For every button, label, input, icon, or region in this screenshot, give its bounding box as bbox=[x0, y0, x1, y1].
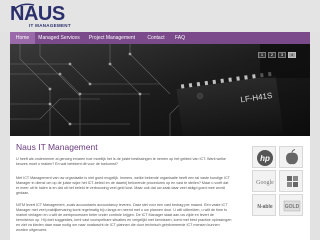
slider-dot-1[interactable]: 1 bbox=[258, 52, 266, 58]
slider-dot-3[interactable]: 3 bbox=[278, 52, 286, 58]
n-able-logo-icon: N-able bbox=[257, 204, 273, 210]
hero-slider[interactable]: LF-H41S 1 2 3 4 bbox=[10, 44, 310, 136]
partner-microsoft-gold[interactable]: GOLD bbox=[279, 194, 303, 216]
nav-item-home[interactable]: Home bbox=[10, 32, 35, 44]
partner-windows[interactable] bbox=[279, 170, 303, 192]
naus-logo[interactable]: NAUS IT MANAGEMENT bbox=[10, 3, 86, 30]
svg-text:Google: Google bbox=[256, 180, 274, 186]
nav-item-contact[interactable]: Contact bbox=[145, 32, 167, 44]
apple-logo-icon bbox=[286, 149, 298, 165]
intro-paragraph: U heeft als ondernemer al genoeg ervaren… bbox=[16, 157, 226, 166]
nav-item-managed-services[interactable]: Managed Services bbox=[36, 32, 82, 44]
nav-item-faq[interactable]: FAQ bbox=[172, 32, 188, 44]
logo-wordmark: NAUS bbox=[10, 3, 65, 25]
microsoft-windows-icon bbox=[287, 176, 298, 187]
hp-logo-icon: hp bbox=[257, 150, 273, 166]
partner-logos: hp Google N-able GOLD bbox=[252, 146, 304, 238]
site-header: NAUS IT MANAGEMENT bbox=[0, 0, 320, 32]
main-navigation: Home Managed Services Project Management… bbox=[10, 32, 310, 44]
page-title: Naus IT Management bbox=[16, 142, 98, 152]
microsoft-gold-partner-icon: GOLD bbox=[283, 200, 301, 212]
google-logo-icon: Google bbox=[256, 180, 274, 186]
body-paragraph-2: Met ICT Management van uw organisatie is… bbox=[16, 176, 230, 195]
partner-hp[interactable]: hp bbox=[252, 146, 276, 168]
svg-text:hp: hp bbox=[260, 154, 270, 163]
partner-apple[interactable] bbox=[279, 146, 303, 168]
partner-google[interactable]: Google bbox=[252, 170, 276, 192]
slider-dot-2[interactable]: 2 bbox=[268, 52, 276, 58]
slider-dot-4[interactable]: 4 bbox=[288, 52, 296, 58]
svg-text:GOLD: GOLD bbox=[285, 204, 300, 210]
svg-text:N-able: N-able bbox=[257, 204, 273, 210]
logo-tagline: IT MANAGEMENT bbox=[29, 23, 71, 28]
body-paragraph-3: NITM levert ICT Management, zoals accoun… bbox=[16, 203, 232, 232]
nav-item-project-management[interactable]: Project Management bbox=[85, 32, 139, 44]
partner-n-able[interactable]: N-able bbox=[252, 194, 276, 216]
